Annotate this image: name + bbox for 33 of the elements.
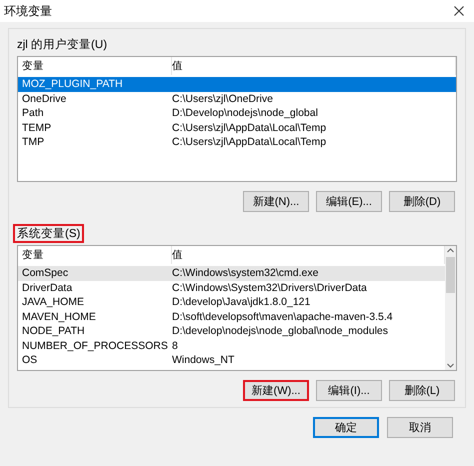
variable-row[interactable]: JAVA_HOME D:\develop\Java\jdk1.8.0_121 <box>18 295 445 310</box>
column-header[interactable]: 变量 <box>22 57 172 75</box>
variable-row[interactable]: NUMBER_OF_PROCESSORS 8 <box>18 338 445 353</box>
variable-row[interactable]: DriverData C:\Windows\System32\Drivers\DriverData <box>18 280 445 295</box>
action-button[interactable]: 编辑(I)... <box>316 380 382 401</box>
variable-list[interactable] <box>17 245 457 371</box>
column-header[interactable]: 变量 <box>22 246 172 264</box>
column-header[interactable]: 值 <box>172 57 456 75</box>
variable-row[interactable]: OneDrive C:\Users\zjl\OneDrive <box>18 92 456 106</box>
action-button[interactable]: 新建(W)... <box>243 380 309 401</box>
dialog-button[interactable]: 确定 <box>313 417 379 438</box>
variable-row[interactable]: TMP C:\Users\zjl\AppData\Local\Temp <box>18 135 456 150</box>
close-icon[interactable] <box>454 6 464 16</box>
variable-row[interactable]: OS Windows_NT <box>18 353 445 368</box>
action-button[interactable]: 新建(N)... <box>243 191 309 212</box>
variable-row[interactable]: Path D:\Develop\nodejs\node_global <box>18 106 456 120</box>
variable-row[interactable]: ComSpec C:\Windows\system32\cmd.exe <box>18 266 445 280</box>
action-button[interactable]: 删除(D) <box>389 191 455 212</box>
variable-list[interactable]: 变量 值 MOZ_PLUGIN_PATH OneDrive C:\Users\zjl\OneDrive Path D:\Develop\nodejs\node_global TEMP C:\Users\zjl\AppData\Local\Temp TMP C:\Users\zjl\AppData\Local\Temp <box>17 56 457 182</box>
section-label: 系统变量(S) <box>13 224 84 243</box>
scroll-up-icon[interactable] <box>446 246 455 255</box>
variable-row[interactable]: NODE_PATH D:\develop\nodejs\node_global\node_modules <box>18 324 445 338</box>
scrollbar[interactable] <box>445 246 456 370</box>
scroll-down-icon[interactable] <box>446 361 455 370</box>
variable-row[interactable]: MAVEN_HOME D:\soft\developsoft\maven\apache-maven-3.5.4 <box>18 310 445 324</box>
action-button[interactable]: 删除(L) <box>389 380 455 401</box>
dialog-button[interactable]: 取消 <box>387 417 453 438</box>
action-button[interactable]: 编辑(E)... <box>316 191 382 212</box>
variable-row[interactable]: MOZ_PLUGIN_PATH <box>18 77 456 92</box>
window-title: 环境变量 <box>4 2 52 20</box>
variable-row[interactable]: TEMP C:\Users\zjl\AppData\Local\Temp <box>18 120 456 135</box>
section-label: zjl 的用户变量(U) <box>16 37 108 53</box>
scroll-thumb[interactable] <box>446 257 455 293</box>
